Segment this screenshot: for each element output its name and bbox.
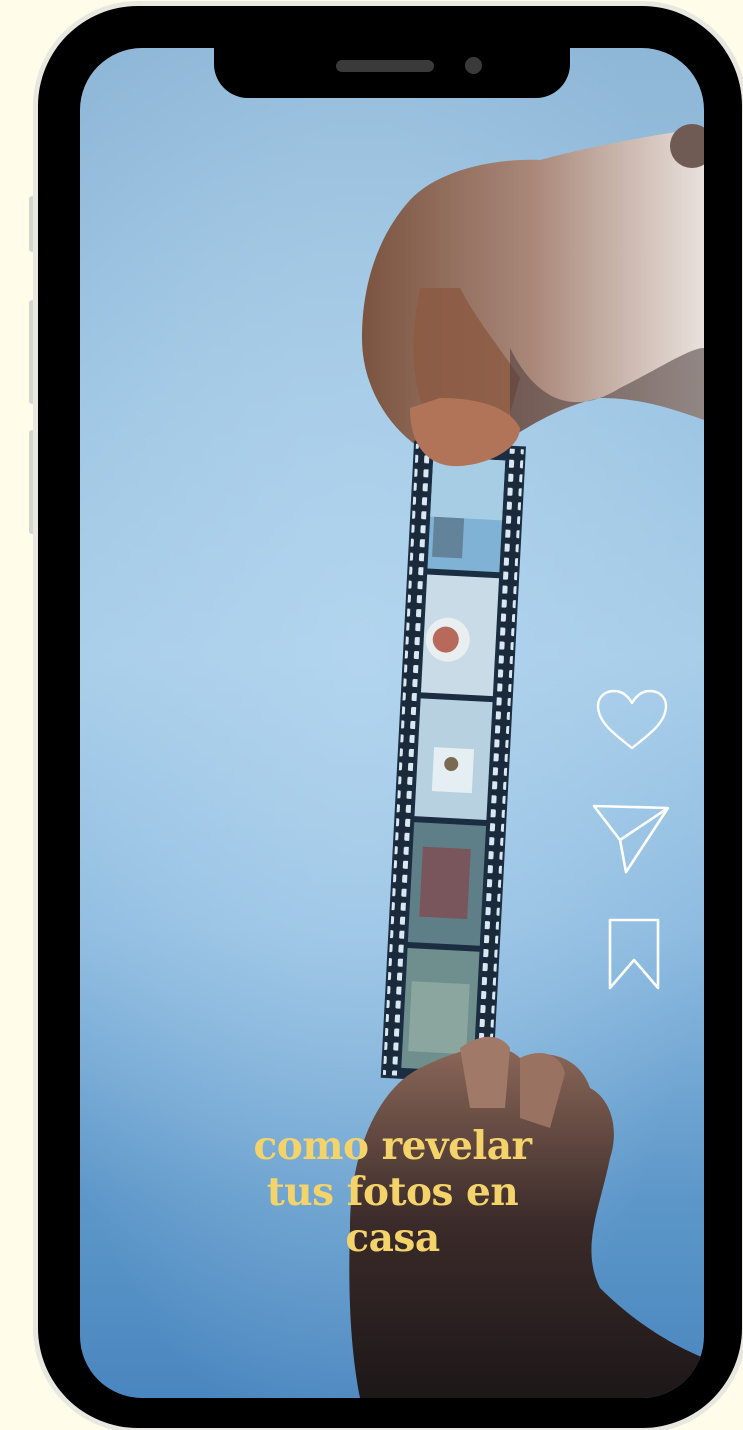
speaker-grille xyxy=(336,60,434,72)
bookmark-icon xyxy=(608,918,660,990)
caption-line-3: casa xyxy=(345,1215,440,1261)
story-screen: como revelar tus fotos en casa xyxy=(80,48,704,1398)
like-button[interactable] xyxy=(594,688,670,754)
front-camera xyxy=(465,57,482,74)
share-button[interactable] xyxy=(590,800,672,876)
volume-up-button xyxy=(29,300,37,404)
volume-down-button xyxy=(29,430,37,534)
silent-switch xyxy=(29,196,37,252)
paper-plane-icon xyxy=(592,804,670,874)
heart-icon xyxy=(596,689,668,750)
caption-line-2: tus fotos en xyxy=(266,1169,519,1215)
caption-line-1: como revelar xyxy=(253,1123,532,1169)
phone-notch xyxy=(214,48,570,98)
post-caption: como revelar tus fotos en casa xyxy=(190,1123,595,1261)
phone-mockup: como revelar tus fotos en casa xyxy=(38,6,742,1428)
save-button[interactable] xyxy=(606,916,662,992)
